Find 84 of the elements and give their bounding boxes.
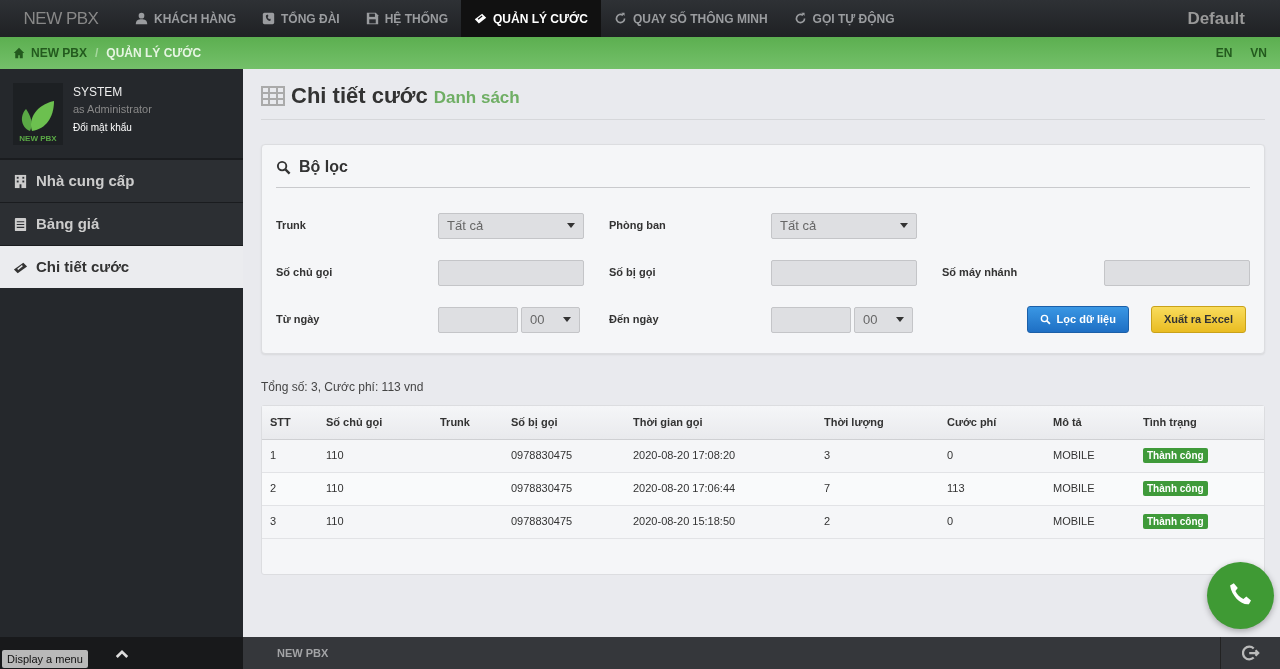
status-label: Thành công xyxy=(1143,481,1208,497)
table-cell: 3 xyxy=(270,515,277,528)
table-cell: 0 xyxy=(947,515,954,528)
column-header: STT xyxy=(262,406,318,439)
status-label: Thành công xyxy=(1143,448,1208,464)
table-cell: 0978830475 xyxy=(511,515,573,528)
table-cell: 2 xyxy=(270,482,277,495)
language-link[interactable]: VN xyxy=(1250,44,1267,62)
chevron-up-icon[interactable] xyxy=(114,648,129,658)
table-cell: 3 xyxy=(824,449,831,462)
user-role: as Administrator xyxy=(73,102,152,117)
list-icon xyxy=(13,216,28,232)
table-cell: MOBILE xyxy=(1053,515,1095,528)
input-field[interactable] xyxy=(1104,259,1250,286)
table-cell: 110 xyxy=(326,515,344,528)
building-icon xyxy=(13,173,28,189)
table-cell: 0 xyxy=(947,449,954,462)
field-label: Đến ngày xyxy=(609,312,660,328)
summary-text: Tổng số: 3, Cước phí: 113 vnd xyxy=(261,379,425,396)
breadcrumb-current: QUẢN LÝ CƯỚC xyxy=(106,44,202,62)
nav-tab[interactable]: TỔNG ĐÀI xyxy=(249,0,353,37)
nav-tab[interactable]: HỆ THỐNG xyxy=(352,0,461,37)
select-field[interactable]: Tất cả xyxy=(438,212,584,239)
hour-select[interactable]: 00 xyxy=(854,306,913,333)
change-password-link[interactable]: Đổi mật khẩu xyxy=(73,119,152,135)
table-cell: MOBILE xyxy=(1053,482,1095,495)
field-label: Số chủ gọi xyxy=(276,265,334,281)
call-button[interactable] xyxy=(1207,562,1274,629)
table-icon xyxy=(261,85,285,106)
nav-tab[interactable]: QUAY SỐ THÔNG MINH xyxy=(600,0,781,37)
search-icon xyxy=(1039,314,1051,325)
table-cell: 2020-08-20 17:06:44 xyxy=(633,482,736,495)
table-cell: 2020-08-20 15:18:50 xyxy=(633,515,736,528)
table-cell: MOBILE xyxy=(1053,449,1095,462)
field-label: Số máy nhánh xyxy=(942,265,1019,281)
table-cell: 110 xyxy=(326,482,344,495)
refresh-icon xyxy=(613,12,627,25)
filter-title: Bộ lọc xyxy=(299,157,348,177)
nav-tab[interactable]: QUẢN LÝ CƯỚC xyxy=(461,0,601,37)
profile-name[interactable]: Default xyxy=(1187,0,1280,37)
table-cell: 0978830475 xyxy=(511,449,573,462)
language-link[interactable]: EN xyxy=(1215,44,1233,62)
nav-tab[interactable]: GỌI TỰ ĐỘNG xyxy=(780,0,908,37)
nav-tab[interactable]: KHÁCH HÀNG xyxy=(122,0,249,37)
export-button[interactable]: Xuất ra Excel xyxy=(1150,306,1246,333)
logout-icon xyxy=(1241,644,1260,662)
page-title: Chi tiết cước xyxy=(291,82,428,110)
table-cell: 110 xyxy=(326,449,344,462)
logo-text: NEW PBX xyxy=(19,133,57,145)
field-label: Từ ngày xyxy=(276,312,321,328)
column-header: Tình trạng xyxy=(1135,406,1264,439)
table-cell: 113 xyxy=(947,482,965,495)
input-field[interactable] xyxy=(438,259,584,286)
tooltip: Display a menu xyxy=(2,649,88,668)
table-cell: 1 xyxy=(270,449,277,462)
field-label: Số bị gọi xyxy=(609,265,657,281)
refresh-icon xyxy=(793,12,807,25)
breadcrumb-link[interactable]: NEW PBX xyxy=(13,44,87,62)
brand-logo: NEW PBX xyxy=(22,7,100,30)
phone-icon xyxy=(262,12,275,25)
page-subtitle: Danh sách xyxy=(433,87,520,109)
filter-button[interactable]: Lọc dữ liệu xyxy=(1026,306,1129,333)
user-name: SYSTEM xyxy=(73,84,124,101)
table-cell: 2 xyxy=(824,515,831,528)
select-field[interactable]: Tất cả xyxy=(771,212,917,239)
table-cell: 0978830475 xyxy=(511,482,573,495)
date-field[interactable] xyxy=(438,306,518,333)
user-icon xyxy=(135,12,148,25)
home-icon xyxy=(13,47,25,59)
sidebar-item[interactable]: Bảng giá xyxy=(0,202,243,245)
sidebar-item[interactable]: Nhà cung cấp xyxy=(0,159,243,202)
breadcrumb-separator: / xyxy=(95,45,99,62)
table-cell: 7 xyxy=(824,482,831,495)
date-field[interactable] xyxy=(771,306,851,333)
search-icon xyxy=(276,159,291,175)
field-label: Phòng ban xyxy=(609,218,667,234)
ticket-icon xyxy=(474,12,487,25)
input-field[interactable] xyxy=(771,259,917,286)
sidebar-item[interactable]: Chi tiết cước xyxy=(0,245,243,288)
hour-select[interactable]: 00 xyxy=(521,306,580,333)
status-label: Thành công xyxy=(1143,514,1208,530)
table-cell: 2020-08-20 17:08:20 xyxy=(633,449,736,462)
field-label: Trunk xyxy=(276,218,307,234)
footer-brand: NEW PBX xyxy=(277,645,329,661)
